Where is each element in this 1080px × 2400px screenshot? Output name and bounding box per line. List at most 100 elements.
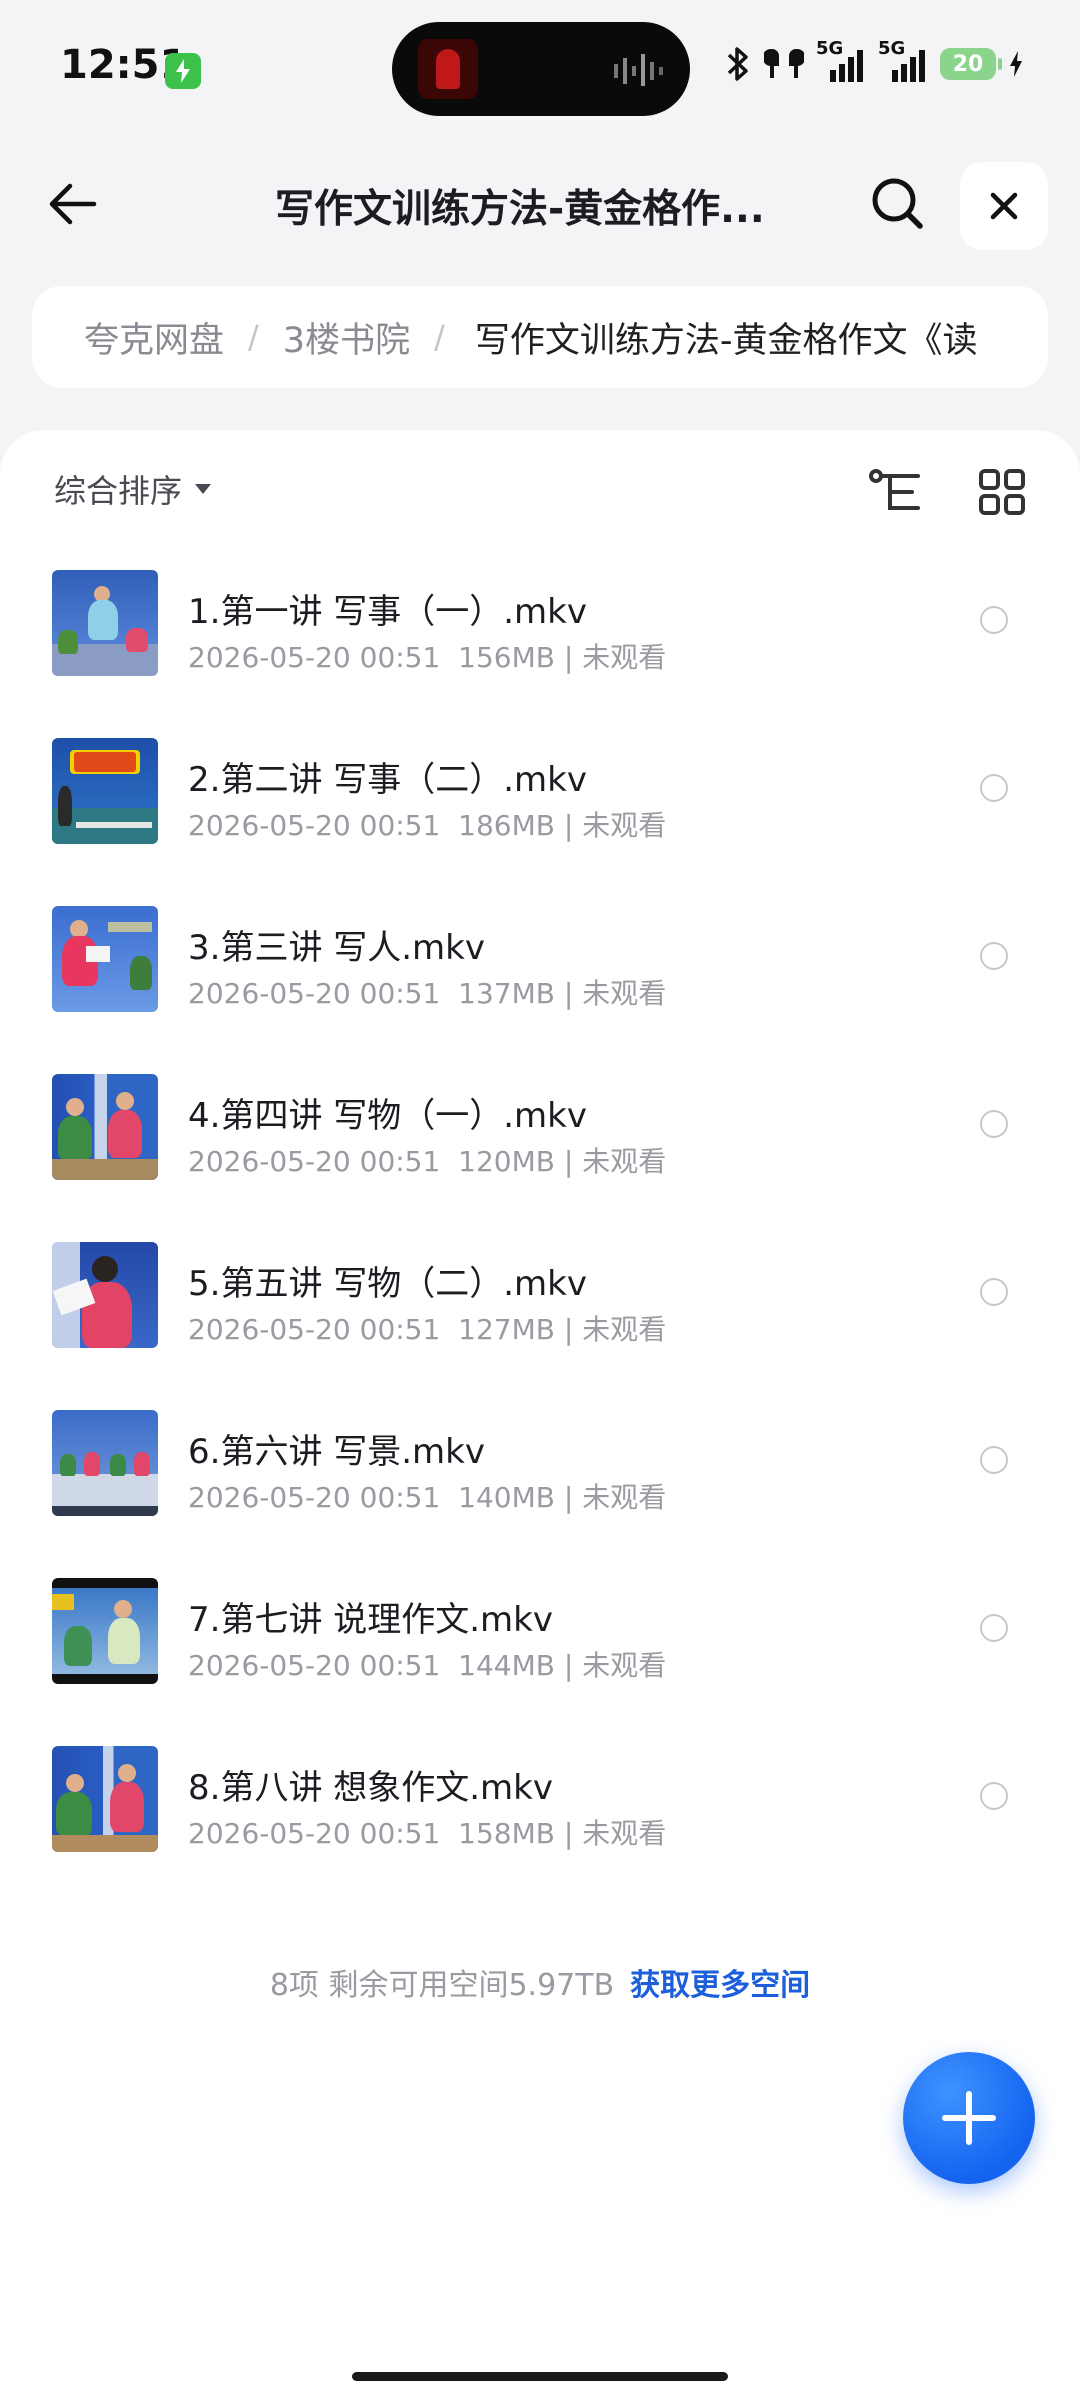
video-thumbnail	[52, 1074, 158, 1180]
select-radio[interactable]	[980, 1446, 1008, 1474]
file-row[interactable]: 3.第三讲 写人.mkv 2026-05-20 00:51 137MB | 未观…	[0, 890, 1080, 1058]
charging-icon	[165, 53, 201, 89]
charging-bolt-icon	[1010, 51, 1022, 77]
signal-bars-icon	[830, 50, 863, 82]
video-thumbnail	[52, 1746, 158, 1852]
tree-view-button[interactable]	[866, 462, 926, 522]
search-icon	[872, 178, 923, 229]
search-button[interactable]	[866, 172, 930, 236]
plus-icon	[942, 2091, 996, 2145]
bluetooth-icon	[727, 47, 748, 81]
file-name: 4.第四讲 写物（一）.mkv	[188, 1096, 587, 1136]
file-date: 2026-05-20 00:51	[188, 1313, 441, 1346]
home-indicator[interactable]	[352, 2372, 728, 2381]
sort-label: 综合排序	[54, 472, 183, 510]
watch-status: 未观看	[582, 1817, 667, 1850]
file-row[interactable]: 1.第一讲 写事（一）.mkv 2026-05-20 00:51 156MB |…	[0, 554, 1080, 722]
signal-2: 5G	[878, 38, 928, 84]
dynamic-island[interactable]	[392, 22, 690, 116]
breadcrumb-item-root[interactable]: 夸克网盘	[32, 312, 224, 363]
file-size: 120MB	[458, 1145, 555, 1178]
breadcrumb-item-folder[interactable]: 3楼书院	[259, 312, 410, 363]
earbuds-icon	[764, 48, 804, 78]
file-row[interactable]: 7.第七讲 说理作文.mkv 2026-05-20 00:51 144MB | …	[0, 1562, 1080, 1730]
watch-status: 未观看	[582, 1481, 667, 1514]
file-size: 127MB	[458, 1313, 555, 1346]
file-meta: 2026-05-20 00:51 156MB | 未观看	[188, 641, 667, 674]
file-name: 6.第六讲 写景.mkv	[188, 1432, 485, 1472]
file-name: 2.第二讲 写事（二）.mkv	[188, 760, 587, 800]
add-button[interactable]	[903, 2052, 1035, 2184]
file-name: 1.第一讲 写事（一）.mkv	[188, 592, 587, 632]
file-meta: 2026-05-20 00:51 137MB | 未观看	[188, 977, 667, 1010]
page-title: 写作文训练方法-黄金格作...	[275, 187, 765, 232]
storage-footer: 8项 剩余可用空间5.97TB 获取更多空间	[0, 1960, 1080, 2004]
file-date: 2026-05-20 00:51	[188, 1145, 441, 1178]
signal-1: 5G	[816, 38, 866, 84]
watch-status: 未观看	[582, 1145, 667, 1178]
video-thumbnail	[52, 738, 158, 844]
file-list: 1.第一讲 写事（一）.mkv 2026-05-20 00:51 156MB |…	[0, 554, 1080, 1898]
select-radio[interactable]	[980, 942, 1008, 970]
breadcrumb-current: 写作文训练方法-黄金格作文《读	[474, 320, 978, 361]
status-bar: 12:51 5G 5G 20	[0, 0, 1080, 140]
file-row[interactable]: 6.第六讲 写景.mkv 2026-05-20 00:51 140MB | 未观…	[0, 1394, 1080, 1562]
file-meta: 2026-05-20 00:51 144MB | 未观看	[188, 1649, 667, 1682]
file-size: 137MB	[458, 977, 555, 1010]
storage-summary: 8项 剩余可用空间5.97TB	[269, 1968, 615, 2003]
select-radio[interactable]	[980, 606, 1008, 634]
signal-bars-icon	[892, 50, 925, 82]
file-date: 2026-05-20 00:51	[188, 1817, 441, 1850]
select-radio[interactable]	[980, 1278, 1008, 1306]
video-thumbnail	[52, 1242, 158, 1348]
file-size: 186MB	[458, 809, 555, 842]
breadcrumb: 夸克网盘 / 3楼书院 / 写作文训练方法-黄金格作文《读	[32, 286, 1048, 388]
breadcrumb-separator: /	[434, 318, 445, 356]
file-row[interactable]: 8.第八讲 想象作文.mkv 2026-05-20 00:51 158MB | …	[0, 1730, 1080, 1898]
file-date: 2026-05-20 00:51	[188, 977, 441, 1010]
video-thumbnail	[52, 906, 158, 1012]
file-row[interactable]: 2.第二讲 写事（二）.mkv 2026-05-20 00:51 186MB |…	[0, 722, 1080, 890]
file-meta: 2026-05-20 00:51 158MB | 未观看	[188, 1817, 667, 1850]
select-radio[interactable]	[980, 1614, 1008, 1642]
file-size: 140MB	[458, 1481, 555, 1514]
audio-wave-icon	[614, 54, 663, 86]
file-meta: 2026-05-20 00:51 127MB | 未观看	[188, 1313, 667, 1346]
select-radio[interactable]	[980, 774, 1008, 802]
file-date: 2026-05-20 00:51	[188, 1649, 441, 1682]
file-row[interactable]: 5.第五讲 写物（二）.mkv 2026-05-20 00:51 127MB |…	[0, 1226, 1080, 1394]
watch-status: 未观看	[582, 1649, 667, 1682]
file-date: 2026-05-20 00:51	[188, 1481, 441, 1514]
file-size: 158MB	[458, 1817, 555, 1850]
close-icon	[990, 192, 1018, 220]
grid-view-button[interactable]	[972, 462, 1032, 522]
close-button[interactable]	[960, 162, 1048, 250]
grid-icon	[979, 469, 1025, 515]
get-more-space-link[interactable]: 获取更多空间	[630, 1968, 810, 2003]
file-date: 2026-05-20 00:51	[188, 641, 441, 674]
file-meta: 2026-05-20 00:51 140MB | 未观看	[188, 1481, 667, 1514]
select-radio[interactable]	[980, 1110, 1008, 1138]
video-thumbnail	[52, 1410, 158, 1516]
watch-status: 未观看	[582, 1313, 667, 1346]
caret-down-icon	[195, 484, 212, 494]
file-name: 7.第七讲 说理作文.mkv	[188, 1600, 553, 1640]
watch-status: 未观看	[582, 809, 667, 842]
status-icons: 5G 5G 20	[724, 38, 1024, 84]
file-meta: 2026-05-20 00:51 186MB | 未观看	[188, 809, 667, 842]
sort-dropdown[interactable]: 综合排序	[54, 466, 212, 512]
file-size: 144MB	[458, 1649, 555, 1682]
file-row[interactable]: 4.第四讲 写物（一）.mkv 2026-05-20 00:51 120MB |…	[0, 1058, 1080, 1226]
tree-structure-icon	[869, 469, 920, 510]
file-name: 8.第八讲 想象作文.mkv	[188, 1768, 553, 1808]
back-button[interactable]	[40, 172, 104, 236]
nav-bar: 写作文训练方法-黄金格作...	[0, 150, 1080, 260]
breadcrumb-separator: /	[248, 318, 259, 356]
media-thumbnail	[418, 39, 478, 99]
select-radio[interactable]	[980, 1782, 1008, 1810]
video-thumbnail	[52, 1578, 158, 1684]
file-meta: 2026-05-20 00:51 120MB | 未观看	[188, 1145, 667, 1178]
file-name: 5.第五讲 写物（二）.mkv	[188, 1264, 587, 1304]
video-thumbnail	[52, 570, 158, 676]
watch-status: 未观看	[582, 977, 667, 1010]
